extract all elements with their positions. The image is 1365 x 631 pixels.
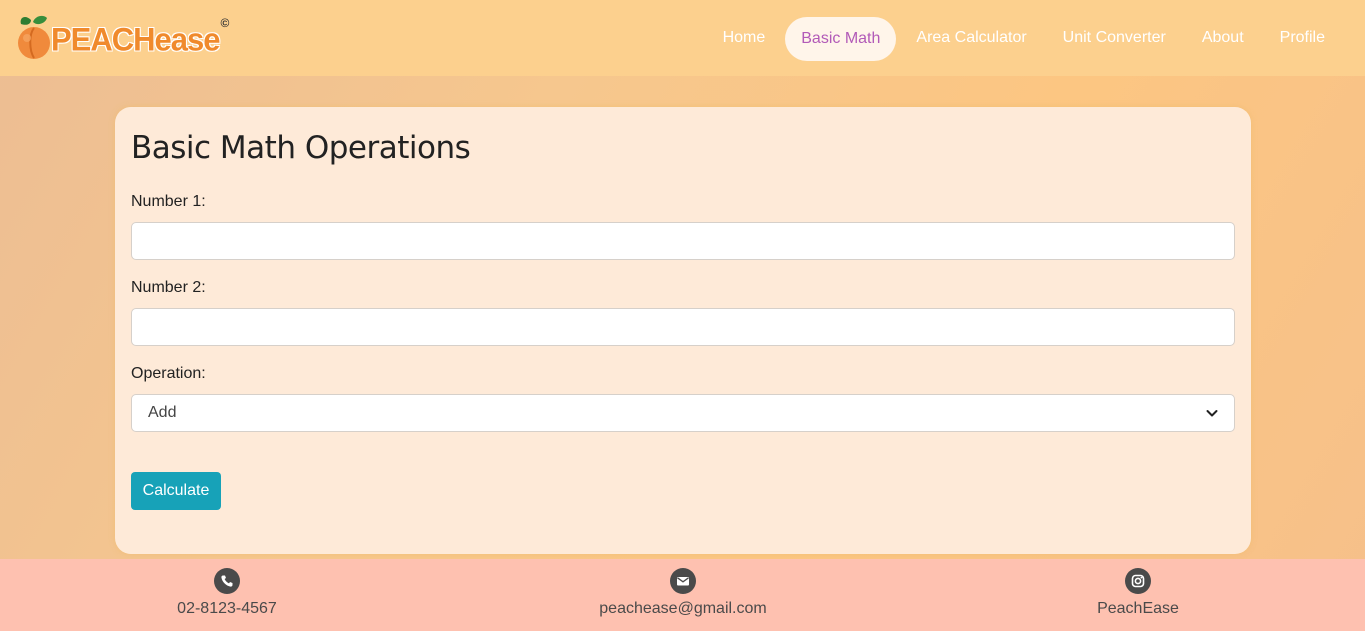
instagram-icon [1125,568,1151,594]
calculate-button[interactable]: Calculate [131,472,221,510]
number1-input[interactable] [131,222,1235,260]
nav-links: Home Basic Math Area Calculator Unit Con… [705,0,1365,76]
nav-about[interactable]: About [1186,19,1260,57]
peach-icon [18,15,50,59]
operation-selected-value: Add [148,404,177,421]
nav-unit-converter[interactable]: Unit Converter [1047,19,1182,57]
basic-math-card: Basic Math Operations Number 1: Number 2… [115,107,1251,554]
footer-phone-text: 02-8123-4567 [177,600,277,617]
nav-area-calculator[interactable]: Area Calculator [900,19,1042,57]
nav-home[interactable]: Home [707,19,782,57]
chevron-down-icon [1206,410,1218,417]
page-title: Basic Math Operations [131,130,471,166]
operation-label: Operation: [131,365,206,382]
footer-phone[interactable]: 02-8123-4567 [107,568,347,618]
nav-profile[interactable]: Profile [1264,19,1341,57]
footer-instagram[interactable]: PeachEase [1018,568,1258,618]
nav-basic-math[interactable]: Basic Math [785,16,897,61]
footer: 02-8123-4567 peachease@gmail.com PeachEa… [0,559,1365,631]
footer-email-text: peachease@gmail.com [599,600,767,617]
phone-icon [214,568,240,594]
mail-icon [670,568,696,594]
brand-name: PEACHease [51,21,220,58]
operation-select[interactable]: Add [131,394,1235,432]
copyright-mark: © [220,16,230,30]
footer-email[interactable]: peachease@gmail.com [563,568,803,618]
brand-logo[interactable]: PEACHease © [15,14,229,60]
number2-label: Number 2: [131,279,206,296]
footer-instagram-text: PeachEase [1097,600,1179,617]
number2-input[interactable] [131,308,1235,346]
navbar: PEACHease © Home Basic Math Area Calcula… [0,0,1365,76]
number1-label: Number 1: [131,193,206,210]
